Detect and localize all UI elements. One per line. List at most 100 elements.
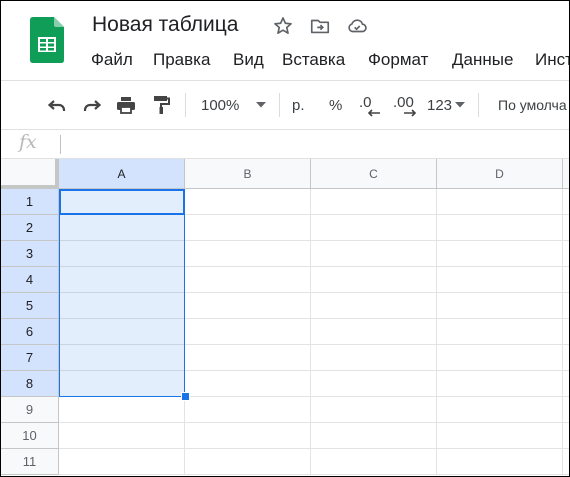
cell-b6[interactable] — [185, 319, 311, 345]
print-icon — [117, 97, 135, 114]
menu-tools[interactable]: Инст — [535, 50, 569, 70]
cell-d8[interactable] — [437, 371, 563, 397]
cell-b7[interactable] — [185, 345, 311, 371]
cell-e9[interactable] — [563, 397, 569, 423]
toolbar-bottom-divider — [1, 129, 569, 130]
document-title[interactable]: Новая таблица — [92, 13, 239, 37]
fill-handle[interactable] — [181, 392, 190, 401]
paint-format-button[interactable] — [149, 93, 173, 117]
star-icon[interactable] — [272, 15, 294, 37]
number-format-select[interactable]: 123 — [427, 93, 467, 117]
cell-e3[interactable] — [563, 241, 569, 267]
cell-b1[interactable] — [185, 189, 311, 215]
cell-b5[interactable] — [185, 293, 311, 319]
cell-e1[interactable] — [563, 189, 569, 215]
cell-a11[interactable] — [59, 449, 185, 475]
percent-format-button[interactable]: % — [329, 93, 342, 117]
row-header-3[interactable]: 3 — [1, 241, 59, 267]
font-family-select[interactable]: По умолча — [498, 93, 567, 117]
cell-c10[interactable] — [311, 423, 437, 449]
cell-b3[interactable] — [185, 241, 311, 267]
cell-d6[interactable] — [437, 319, 563, 345]
cell-e10[interactable] — [563, 423, 569, 449]
selected-range — [59, 189, 185, 397]
column-header-c[interactable]: C — [311, 159, 437, 189]
row-header-11[interactable]: 11 — [1, 449, 59, 475]
row-header-9[interactable]: 9 — [1, 397, 59, 423]
cell-c3[interactable] — [311, 241, 437, 267]
column-header-e[interactable] — [563, 159, 569, 189]
select-all-corner[interactable] — [1, 159, 59, 189]
cell-b4[interactable] — [185, 267, 311, 293]
toolbar: 100% р. % .0 .00 123 По умолча — [1, 81, 569, 129]
cell-e2[interactable] — [563, 215, 569, 241]
print-button[interactable] — [114, 93, 138, 117]
menu-file[interactable]: Файл — [91, 50, 133, 70]
menu-format[interactable]: Формат — [368, 50, 428, 70]
zoom-value: 100% — [201, 96, 240, 114]
row-header-8[interactable]: 8 — [1, 371, 59, 397]
cell-c7[interactable] — [311, 345, 437, 371]
percent-label: % — [329, 96, 343, 114]
cell-e5[interactable] — [563, 293, 569, 319]
cell-c9[interactable] — [311, 397, 437, 423]
cell-d3[interactable] — [437, 241, 563, 267]
cell-b2[interactable] — [185, 215, 311, 241]
cell-a9[interactable] — [59, 397, 185, 423]
cell-d11[interactable] — [437, 449, 563, 475]
sheets-logo-icon[interactable] — [30, 17, 64, 63]
increase-decimal-button[interactable]: .00 — [393, 93, 421, 117]
undo-button[interactable] — [45, 93, 69, 117]
menu-edit[interactable]: Правка — [153, 50, 210, 70]
cell-c11[interactable] — [311, 449, 437, 475]
cell-e7[interactable] — [563, 345, 569, 371]
column-header-b[interactable]: B — [185, 159, 311, 189]
cell-d2[interactable] — [437, 215, 563, 241]
cell-b9[interactable] — [185, 397, 311, 423]
active-cell-a1[interactable] — [59, 189, 185, 215]
cell-d9[interactable] — [437, 397, 563, 423]
cell-b10[interactable] — [185, 423, 311, 449]
move-to-folder-icon[interactable] — [309, 15, 331, 37]
row-header-4[interactable]: 4 — [1, 267, 59, 293]
column-header-d[interactable]: D — [437, 159, 563, 189]
formula-input[interactable] — [65, 132, 565, 156]
cell-c4[interactable] — [311, 267, 437, 293]
cell-c2[interactable] — [311, 215, 437, 241]
menu-insert[interactable]: Вставка — [282, 50, 345, 70]
cell-a10[interactable] — [59, 423, 185, 449]
currency-format-button[interactable]: р. — [292, 93, 305, 117]
cell-d10[interactable] — [437, 423, 563, 449]
cell-d4[interactable] — [437, 267, 563, 293]
toolbar-divider — [185, 93, 186, 117]
cell-c1[interactable] — [311, 189, 437, 215]
cell-d1[interactable] — [437, 189, 563, 215]
row-header-10[interactable]: 10 — [1, 423, 59, 449]
cell-e8[interactable] — [563, 371, 569, 397]
menu-data[interactable]: Данные — [452, 50, 513, 70]
font-family-value: По умолча — [498, 97, 567, 113]
cell-e4[interactable] — [563, 267, 569, 293]
cloud-saved-icon[interactable] — [346, 15, 368, 37]
cell-c5[interactable] — [311, 293, 437, 319]
cell-b11[interactable] — [185, 449, 311, 475]
zoom-select[interactable]: 100% — [201, 93, 271, 117]
row-header-7[interactable]: 7 — [1, 345, 59, 371]
cell-c8[interactable] — [311, 371, 437, 397]
row-header-2[interactable]: 2 — [1, 215, 59, 241]
cell-c6[interactable] — [311, 319, 437, 345]
cell-d7[interactable] — [437, 345, 563, 371]
row-header-1[interactable]: 1 — [1, 189, 59, 215]
cell-e6[interactable] — [563, 319, 569, 345]
spreadsheet-grid: A B C D 1 2 3 4 5 6 7 8 9 10 11 — [1, 159, 569, 476]
cell-e11[interactable] — [563, 449, 569, 475]
row-header-6[interactable]: 6 — [1, 319, 59, 345]
cell-d5[interactable] — [437, 293, 563, 319]
arrow-left-icon — [367, 109, 380, 117]
cell-b8[interactable] — [185, 371, 311, 397]
row-header-5[interactable]: 5 — [1, 293, 59, 319]
redo-button[interactable] — [80, 93, 104, 117]
menu-view[interactable]: Вид — [233, 50, 264, 70]
column-header-a[interactable]: A — [59, 159, 185, 189]
decrease-decimal-button[interactable]: .0 — [359, 93, 383, 117]
